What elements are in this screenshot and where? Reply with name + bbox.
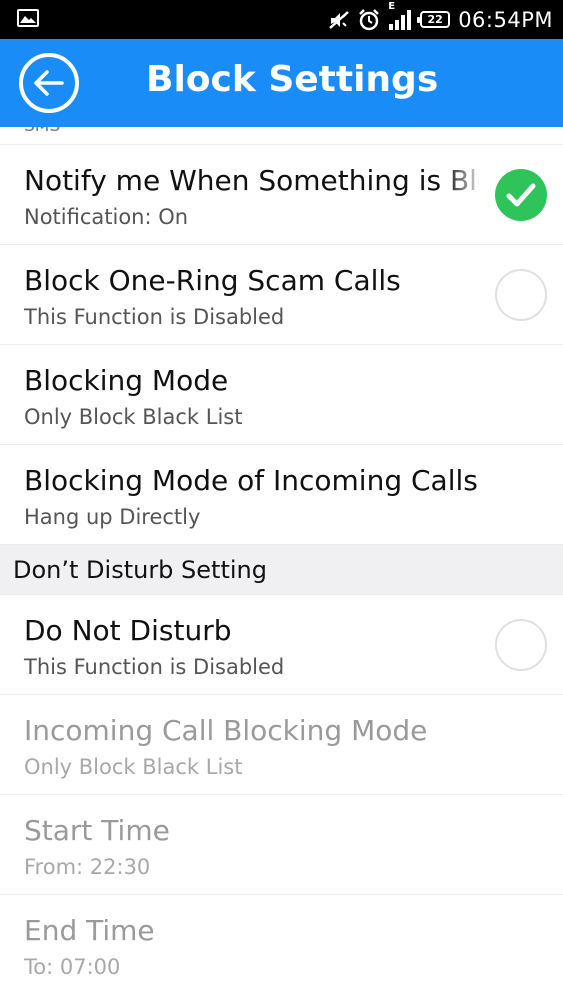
setting-subtitle: From: 22:30 — [24, 855, 151, 879]
setting-one-ring-scam[interactable]: Block One-Ring Scam Calls This Function … — [0, 245, 563, 345]
setting-title: Start Time — [24, 814, 170, 847]
setting-subtitle: Notification: On — [24, 205, 189, 229]
section-header-dnd: Don’t Disturb Setting — [0, 545, 563, 595]
setting-subtitle: This Function is Disabled — [24, 655, 285, 679]
back-button[interactable] — [19, 53, 79, 113]
setting-do-not-disturb[interactable]: Do Not Disturb This Function is Disabled — [0, 595, 563, 695]
setting-blocking-mode[interactable]: Blocking Mode Only Block Black List — [0, 345, 563, 445]
setting-subtitle: Only Block Black List — [24, 755, 243, 779]
check-icon — [506, 183, 536, 207]
text-fade — [445, 159, 485, 203]
status-time: 06:54PM — [458, 7, 553, 32]
signal-icon: E — [388, 1, 412, 30]
setting-dnd-blocking-mode: Incoming Call Blocking Mode Only Block B… — [0, 695, 563, 795]
setting-subtitle: Hang up Directly — [24, 505, 201, 529]
setting-title: Do Not Disturb — [24, 614, 232, 647]
setting-title: Notify me When Something is Blocked — [24, 164, 479, 197]
mute-icon — [328, 10, 350, 30]
setting-title: Blocking Mode of Incoming Calls — [24, 464, 478, 497]
setting-title: End Time — [24, 914, 155, 947]
setting-end-time: End Time To: 07:00 — [0, 895, 563, 995]
app-bar: Block Settings — [0, 39, 563, 127]
battery-icon: 22 — [417, 11, 451, 28]
back-arrow-icon — [34, 70, 64, 96]
setting-title: Incoming Call Blocking Mode — [24, 714, 428, 747]
notify-toggle[interactable] — [495, 169, 547, 221]
section-title: Don’t Disturb Setting — [13, 556, 267, 584]
settings-list: SMS Notify me When Something is Blocked … — [0, 127, 563, 995]
page-title: Block Settings — [146, 59, 439, 100]
alarm-icon — [358, 8, 380, 31]
setting-incoming-mode[interactable]: Blocking Mode of Incoming Calls Hang up … — [0, 445, 563, 545]
setting-start-time: Start Time From: 22:30 — [0, 795, 563, 895]
status-bar: E 22 06:54PM — [0, 0, 563, 39]
partial-row-label: SMS — [24, 127, 60, 136]
setting-subtitle: To: 07:00 — [24, 955, 121, 979]
one-ring-toggle[interactable] — [495, 269, 547, 321]
battery-level: 22 — [427, 13, 443, 26]
setting-subtitle: This Function is Disabled — [24, 305, 285, 329]
gallery-icon — [17, 9, 39, 27]
setting-title: Blocking Mode — [24, 364, 229, 397]
dnd-toggle[interactable] — [495, 619, 547, 671]
status-icons: E 22 06:54PM — [328, 0, 553, 39]
network-type-label: E — [388, 0, 396, 12]
list-item-partial[interactable]: SMS — [0, 127, 563, 145]
setting-subtitle: Only Block Black List — [24, 405, 243, 429]
setting-title: Block One-Ring Scam Calls — [24, 264, 401, 297]
setting-notify-blocked[interactable]: Notify me When Something is Blocked Noti… — [0, 145, 563, 245]
